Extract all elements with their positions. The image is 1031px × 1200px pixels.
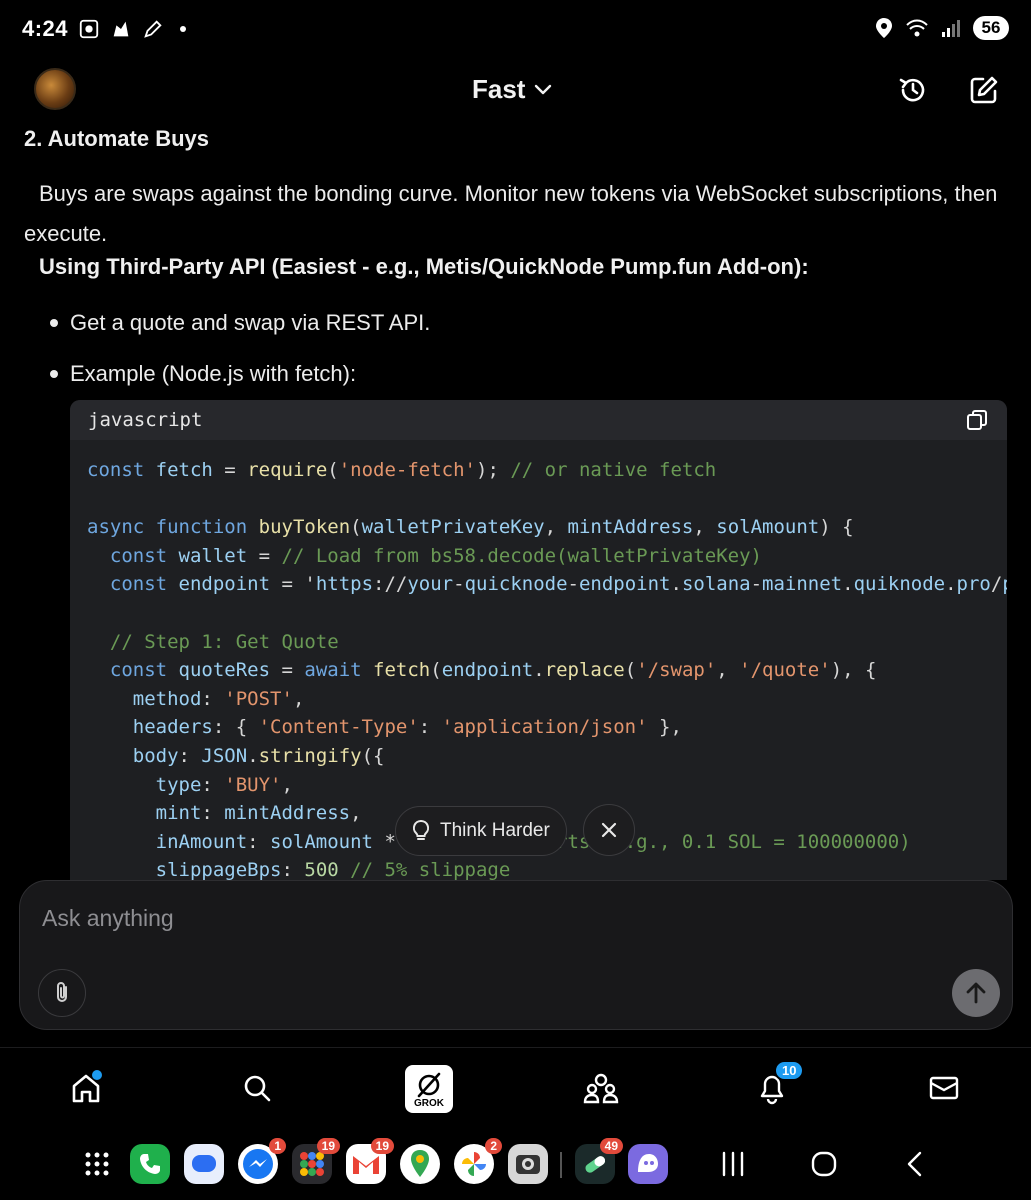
location-icon	[876, 18, 892, 38]
dock-separator	[560, 1152, 562, 1178]
arrow-up-icon	[966, 982, 986, 1004]
new-chat-button[interactable]	[964, 70, 1004, 110]
home-unread-dot	[92, 1070, 102, 1080]
mail-icon	[929, 1076, 959, 1100]
close-icon	[601, 822, 617, 838]
nav-communities[interactable]	[579, 1066, 623, 1110]
grok-icon	[417, 1072, 441, 1097]
chat-response: 2. Automate Buys Buys are swaps against …	[0, 120, 1031, 880]
maps-app-icon[interactable]	[400, 1144, 440, 1184]
ghost-icon	[638, 1154, 658, 1172]
nav-messages[interactable]	[922, 1066, 966, 1110]
copy-icon[interactable]	[965, 408, 989, 432]
search-icon	[244, 1075, 271, 1102]
status-notification-icons	[78, 18, 186, 40]
think-harder-button[interactable]: Think Harder	[395, 806, 567, 856]
code-language-label: javascript	[88, 409, 203, 431]
history-button[interactable]	[893, 70, 933, 110]
grok-label: GROK	[414, 1097, 444, 1109]
ask-input[interactable]	[42, 905, 942, 932]
messenger-badge: 1	[269, 1138, 286, 1154]
list-item-text: Example (Node.js with fetch):	[70, 361, 357, 386]
communities-icon	[583, 1073, 619, 1104]
phone-icon	[140, 1154, 160, 1174]
think-harder-label: Think Harder	[440, 820, 550, 841]
gmail-badge: 19	[370, 1138, 394, 1154]
nav-home[interactable]	[64, 1066, 108, 1110]
nav-divider	[0, 1047, 1031, 1048]
bullet-dot	[50, 370, 58, 378]
status-system-icons: 56	[875, 16, 1009, 40]
wifi-icon	[906, 19, 928, 37]
code-line: const wallet = // Load from bs58.decode(…	[109, 544, 762, 567]
message-composer	[19, 880, 1013, 1030]
list-item: Get a quote and swap via REST API.	[50, 310, 430, 336]
list-item: Example (Node.js with fetch):	[50, 361, 356, 387]
paperclip-icon	[57, 982, 67, 1002]
code-line: async function buyToken(walletPrivateKey…	[87, 516, 854, 539]
phone-app-icon[interactable]	[130, 1144, 170, 1184]
code-line: headers: { 'Content-Type': 'application/…	[132, 716, 682, 739]
code-line: body: JSON.stringify({	[132, 744, 385, 767]
code-line: slippageBps: 500 // 5% slippage	[155, 859, 511, 880]
attach-button[interactable]	[38, 969, 86, 1017]
camera-icon	[516, 1155, 540, 1174]
bullet-dot	[50, 319, 58, 327]
app-drawer-icon[interactable]	[84, 1151, 110, 1177]
android-dock: 1 19 19 2 49	[0, 1138, 1031, 1190]
messages-app-icon[interactable]	[184, 1144, 224, 1184]
map-pin-icon	[411, 1150, 429, 1177]
back-icon[interactable]	[904, 1150, 926, 1178]
ghost-app-icon[interactable]	[628, 1144, 668, 1184]
avatar[interactable]	[34, 68, 76, 110]
nav-notifications[interactable]: 10	[750, 1060, 805, 1110]
lightbulb-icon	[412, 819, 430, 840]
nav-search[interactable]	[235, 1066, 279, 1110]
code-line: const quoteRes = await fetch(endpoint.re…	[109, 659, 877, 682]
status-time: 4:24	[22, 16, 69, 41]
pill-app-badge: 49	[599, 1138, 623, 1154]
chevron-down-icon	[535, 84, 552, 94]
camera-app-icon[interactable]	[508, 1144, 548, 1184]
app-header: Fast	[0, 60, 1031, 120]
pill-app-icon[interactable]: 49	[575, 1138, 623, 1184]
chat-bubble-icon	[192, 1155, 216, 1172]
battery-indicator: 56	[973, 16, 1009, 40]
list-item-text: Get a quote and swap via REST API.	[70, 310, 431, 335]
status-bar: 4:24 56	[0, 0, 1031, 60]
apps-folder-icon[interactable]: 19	[292, 1138, 340, 1184]
bottom-navigation: GROK 10	[0, 1060, 1031, 1120]
app-notification-icon	[113, 21, 129, 37]
signal-icon	[942, 20, 960, 37]
screenshot-icon	[79, 19, 99, 39]
home-nav-icon[interactable]	[810, 1150, 838, 1178]
notifications-badge: 10	[774, 1060, 805, 1081]
messenger-app-icon[interactable]: 1	[238, 1138, 286, 1184]
mode-selector[interactable]: Fast	[472, 74, 553, 105]
nav-grok[interactable]: GROK	[405, 1065, 453, 1113]
more-notifications-dot	[180, 26, 186, 32]
recent-apps-icon[interactable]	[720, 1150, 746, 1178]
dismiss-think-harder-button[interactable]	[583, 804, 635, 856]
code-line: const fetch = require('node-fetch'); // …	[87, 459, 717, 481]
response-subheading: Using Third-Party API (Easiest - e.g., M…	[39, 254, 809, 279]
code-line: const endpoint = 'https://your-quicknode…	[109, 573, 1007, 596]
code-line: method: 'POST',	[132, 687, 305, 710]
code-line: // Step 1: Get Quote	[109, 630, 339, 653]
photos-app-icon[interactable]: 2	[454, 1138, 502, 1184]
edit-icon	[970, 76, 998, 104]
response-heading: 2. Automate Buys	[24, 126, 210, 151]
gmail-app-icon[interactable]: 19	[346, 1138, 394, 1184]
pen-icon	[144, 20, 162, 38]
send-button[interactable]	[952, 969, 1000, 1017]
response-paragraph: Buys are swaps against the bonding curve…	[24, 181, 998, 246]
code-line: type: 'BUY',	[155, 773, 293, 796]
photos-badge: 2	[485, 1138, 502, 1154]
code-block-header: javascript	[70, 400, 1007, 440]
history-icon	[899, 78, 925, 102]
mode-label: Fast	[472, 74, 526, 104]
apps-folder-badge: 19	[316, 1138, 340, 1154]
